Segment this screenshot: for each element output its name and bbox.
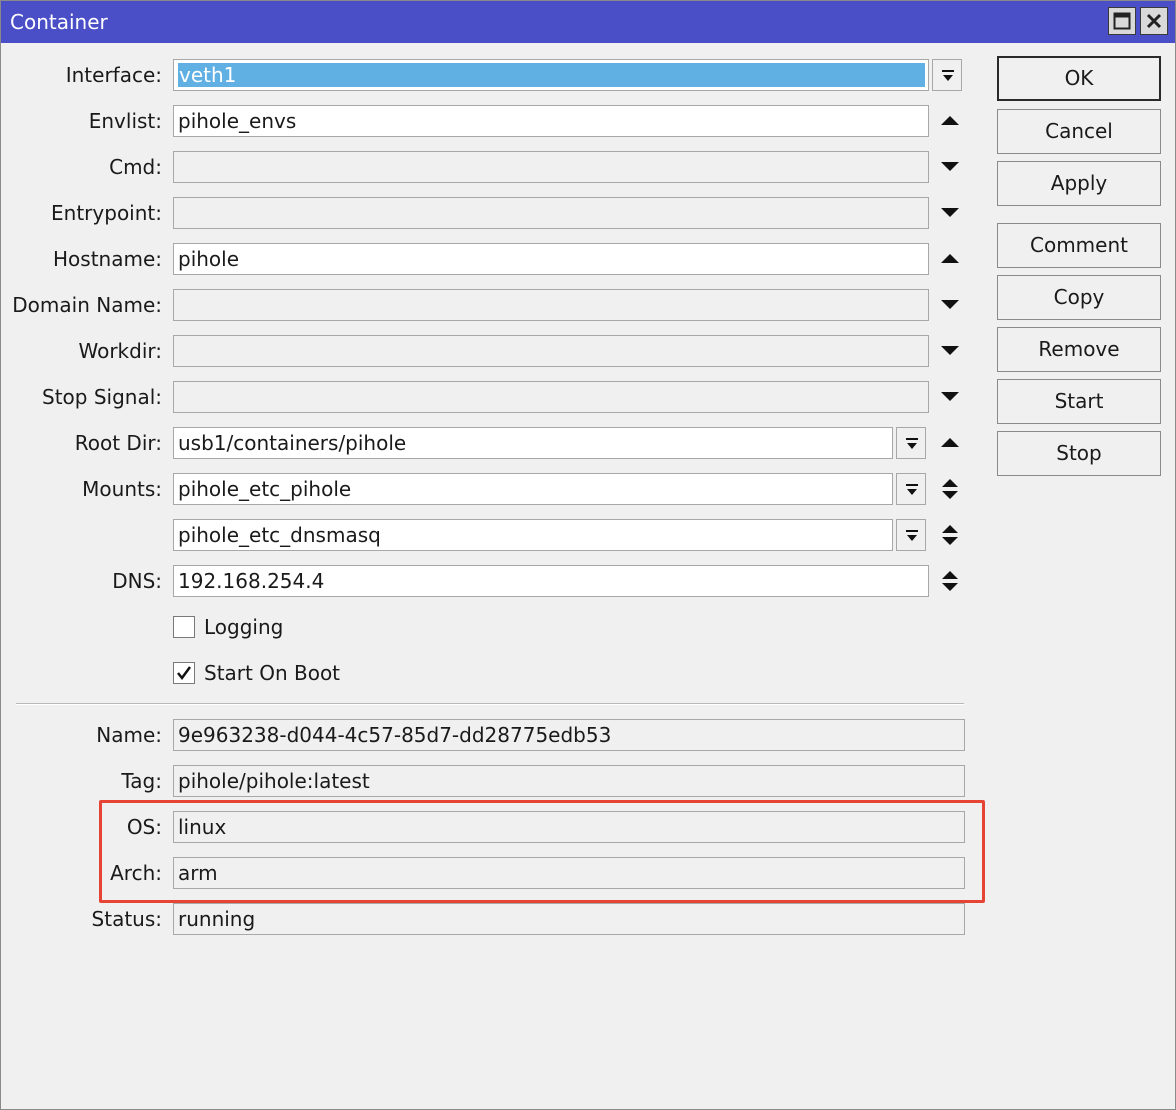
triangle-down-icon[interactable] [939, 340, 961, 362]
triangle-down-icon[interactable] [939, 156, 961, 178]
triangle-down-icon[interactable] [939, 202, 961, 224]
maximize-button[interactable] [1108, 7, 1136, 35]
logging-label: Logging [204, 615, 284, 639]
mounts-field-1[interactable]: pihole_etc_pihole [173, 473, 893, 505]
stop-signal-field[interactable] [173, 381, 929, 413]
mounts-dropdown-button-1[interactable] [896, 473, 926, 505]
start-on-boot-label: Start On Boot [204, 661, 341, 685]
logging-checkbox[interactable] [173, 616, 195, 638]
up-down-icon[interactable] [939, 476, 961, 502]
dns-label: DNS: [112, 569, 162, 593]
triangle-down-icon[interactable] [939, 294, 961, 316]
hostname-field[interactable]: pihole [173, 243, 929, 275]
start-on-boot-checkbox[interactable] [173, 662, 195, 684]
close-icon [1146, 13, 1162, 29]
highlight-box [99, 800, 985, 903]
mounts-dropdown-button-2[interactable] [896, 519, 926, 551]
root-dir-field[interactable]: usb1/containers/pihole [173, 427, 893, 459]
status-field: running [173, 903, 965, 935]
maximize-icon [1113, 12, 1131, 30]
apply-button[interactable]: Apply [997, 161, 1161, 206]
mounts-field-2[interactable]: pihole_etc_dnsmasq [173, 519, 893, 551]
envlist-label: Envlist: [88, 109, 162, 133]
stop-signal-label: Stop Signal: [42, 385, 162, 409]
workdir-label: Workdir: [78, 339, 162, 363]
name-field: 9e963238-d044-4c57-85d7-dd28775edb53 [173, 719, 965, 751]
triangle-up-icon[interactable] [939, 432, 961, 454]
window-title: Container [10, 10, 108, 34]
name-label: Name: [96, 723, 162, 747]
domain-name-label: Domain Name: [12, 293, 162, 317]
triangle-up-icon[interactable] [939, 248, 961, 270]
domain-name-field[interactable] [173, 289, 929, 321]
interface-value: veth1 [178, 63, 925, 87]
dropdown-icon [906, 484, 918, 495]
ok-button[interactable]: OK [997, 56, 1161, 101]
cmd-field[interactable] [173, 151, 929, 183]
container-window: Container Interface: veth1 Envlist: piho… [0, 0, 1176, 1110]
up-down-icon[interactable] [939, 568, 961, 594]
entrypoint-field[interactable] [173, 197, 929, 229]
dns-field[interactable]: 192.168.254.4 [173, 565, 929, 597]
close-button[interactable] [1140, 7, 1168, 35]
mounts-label: Mounts: [82, 477, 162, 501]
envlist-field[interactable]: pihole_envs [173, 105, 929, 137]
up-down-icon[interactable] [939, 522, 961, 548]
dropdown-icon [906, 530, 918, 541]
remove-button[interactable]: Remove [997, 327, 1161, 372]
interface-dropdown-button[interactable] [932, 59, 962, 91]
cancel-button[interactable]: Cancel [997, 109, 1161, 154]
tag-label: Tag: [121, 769, 162, 793]
title-bar[interactable]: Container [1, 1, 1175, 43]
status-label: Status: [91, 907, 162, 931]
hostname-label: Hostname: [53, 247, 162, 271]
copy-button[interactable]: Copy [997, 275, 1161, 320]
triangle-down-icon[interactable] [939, 386, 961, 408]
workdir-field[interactable] [173, 335, 929, 367]
dropdown-icon [906, 438, 918, 449]
start-button[interactable]: Start [997, 379, 1161, 424]
cmd-label: Cmd: [109, 155, 162, 179]
root-dir-label: Root Dir: [74, 431, 162, 455]
dropdown-icon [942, 70, 954, 81]
root-dir-dropdown-button[interactable] [896, 427, 926, 459]
entrypoint-label: Entrypoint: [51, 201, 162, 225]
tag-field: pihole/pihole:latest [173, 765, 965, 797]
comment-button[interactable]: Comment [997, 223, 1161, 268]
triangle-up-icon[interactable] [939, 110, 961, 132]
interface-field[interactable]: veth1 [173, 59, 929, 91]
interface-label: Interface: [65, 63, 162, 87]
separator [16, 703, 964, 705]
stop-button[interactable]: Stop [997, 431, 1161, 476]
checkmark-icon [177, 666, 192, 681]
